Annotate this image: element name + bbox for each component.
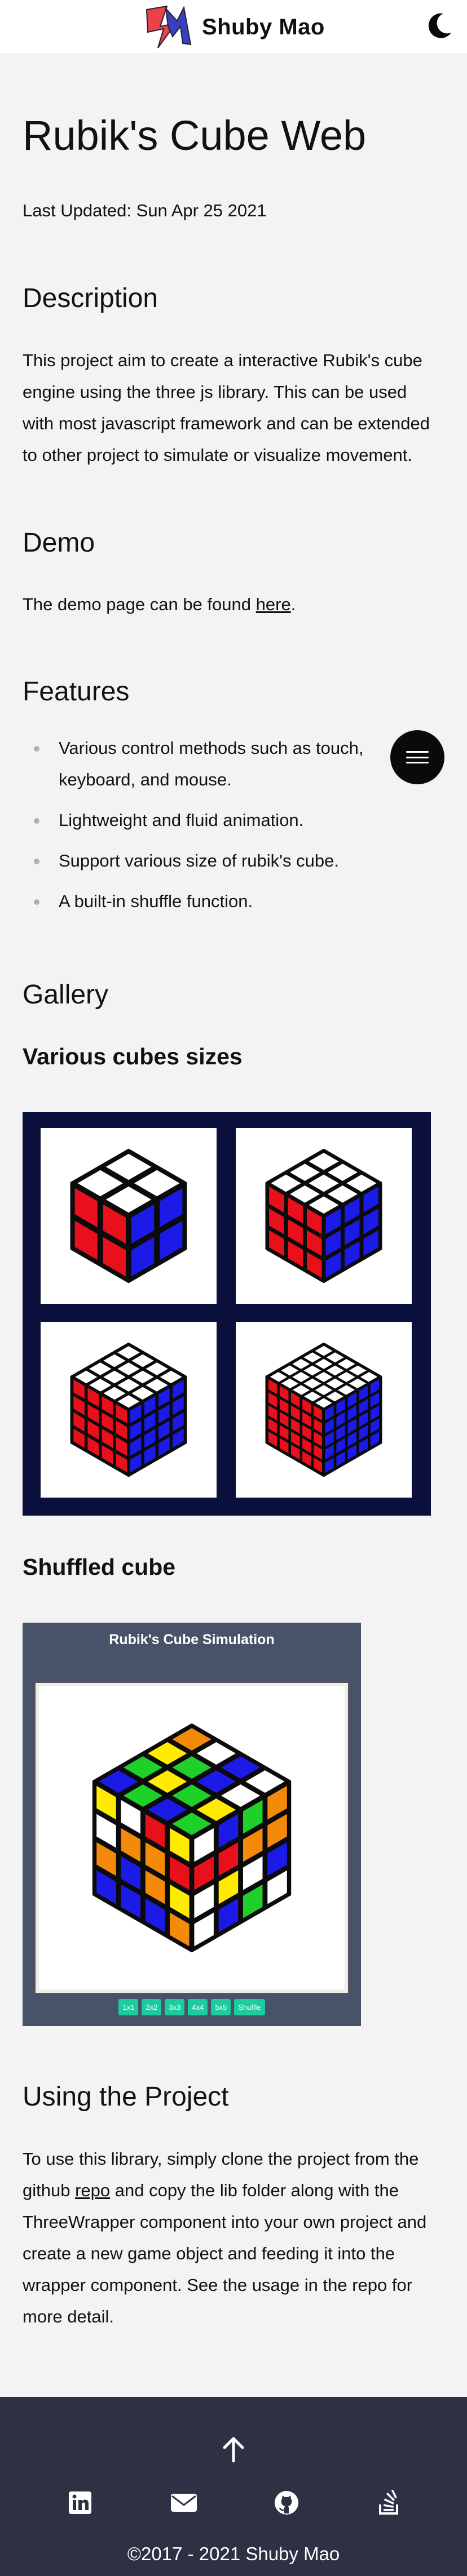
stackoverflow-icon [379, 2490, 398, 2515]
back-to-top-button[interactable] [217, 2433, 250, 2467]
cube-3x3-tile [236, 1128, 412, 1304]
simulation-controls: 1x1 2x2 3x3 4x4 5x5 Shuffle [23, 1999, 361, 2015]
cube-4x4-tile [41, 1322, 217, 1498]
description-heading: Description [23, 283, 158, 313]
list-item: Lightweight and fluid animation. [34, 805, 384, 836]
demo-text-after: . [290, 594, 296, 614]
list-item: A built-in shuffle function. [34, 886, 384, 917]
rubiks-cube-4x4-icon [70, 1343, 187, 1477]
feature-text: A built-in shuffle function. [59, 891, 253, 911]
rubiks-cube-3x3-icon [265, 1149, 382, 1283]
linkedin-icon [69, 2491, 91, 2514]
shuffled-cube-heading: Shuffled cube [23, 1554, 176, 1580]
feature-text: Various control methods such as touch, k… [59, 738, 364, 789]
sm-monogram-logo-icon [146, 5, 192, 48]
demo-text: The demo page can be found here. [23, 589, 440, 620]
page-title: Rubik's Cube Web [23, 112, 367, 159]
site-header: Shuby Mao [0, 0, 467, 54]
description-text: This project aim to create a interactive… [23, 350, 430, 465]
email-link[interactable] [167, 2486, 201, 2520]
shuffled-rubiks-cube-icon [92, 1724, 292, 1952]
usage-text: To use this library, simply clone the pr… [23, 2143, 440, 2333]
demo-here-link[interactable]: here [256, 594, 291, 614]
demo-heading: Demo [23, 528, 95, 558]
crescent-moon-icon [428, 13, 451, 38]
cube-sizes-gallery-image [23, 1112, 431, 1516]
last-updated-text: Last Updated: Sun Apr 25 2021 [23, 201, 267, 220]
using-project-heading: Using the Project [23, 2082, 229, 2112]
shuffle-button[interactable]: Shuffle [234, 1999, 265, 2015]
size-5x5-button[interactable]: 5x5 [211, 1999, 231, 2015]
linkedin-link[interactable] [63, 2486, 97, 2520]
gallery-heading: Gallery [23, 980, 109, 1010]
list-item: Various control methods such as touch, k… [34, 732, 384, 796]
rubiks-cube-5x5-icon [265, 1343, 382, 1477]
cube-simulation-screenshot: Rubik's Cube Simulation 1x1 2x2 3x3 4x4 … [23, 1623, 361, 2026]
stackoverflow-link[interactable] [372, 2486, 406, 2520]
brand-home-link[interactable]: Shuby Mao [143, 2, 325, 52]
usage-text-after: and copy the lib folder along with the T… [23, 2180, 427, 2326]
brand-name: Shuby Mao [202, 14, 325, 39]
size-1x1-button[interactable]: 1x1 [118, 1999, 139, 2015]
simulation-canvas [34, 1681, 350, 1995]
demo-text-before: The demo page can be found [23, 594, 256, 614]
features-heading: Features [23, 677, 130, 707]
size-3x3-button[interactable]: 3x3 [165, 1999, 185, 2015]
list-item: Support various size of rubik's cube. [34, 845, 384, 877]
size-2x2-button[interactable]: 2x2 [142, 1999, 162, 2015]
menu-toggle-button[interactable] [390, 730, 444, 784]
github-link[interactable] [270, 2486, 303, 2520]
features-list: Various control methods such as touch, k… [34, 732, 384, 926]
rubiks-cube-2x2-icon [70, 1149, 187, 1283]
arrow-up-icon [223, 2437, 244, 2463]
theme-toggle-button[interactable] [421, 8, 457, 44]
size-4x4-button[interactable]: 4x4 [188, 1999, 208, 2015]
feature-text: Support various size of rubik's cube. [59, 851, 339, 870]
cube-2x2-tile [41, 1128, 217, 1304]
feature-text: Lightweight and fluid animation. [59, 810, 304, 830]
repo-link[interactable]: repo [75, 2180, 110, 2200]
cube-5x5-tile [236, 1322, 412, 1498]
copyright-text: ©2017 - 2021 Shuby Mao [127, 2543, 340, 2564]
site-footer: ©2017 - 2021 Shuby Mao [0, 2397, 467, 2576]
mail-icon [171, 2494, 197, 2512]
simulation-title: Rubik's Cube Simulation [109, 1632, 275, 1647]
cube-sizes-heading: Various cubes sizes [23, 1043, 243, 1069]
hamburger-icon [406, 751, 429, 763]
github-icon [275, 2491, 298, 2515]
